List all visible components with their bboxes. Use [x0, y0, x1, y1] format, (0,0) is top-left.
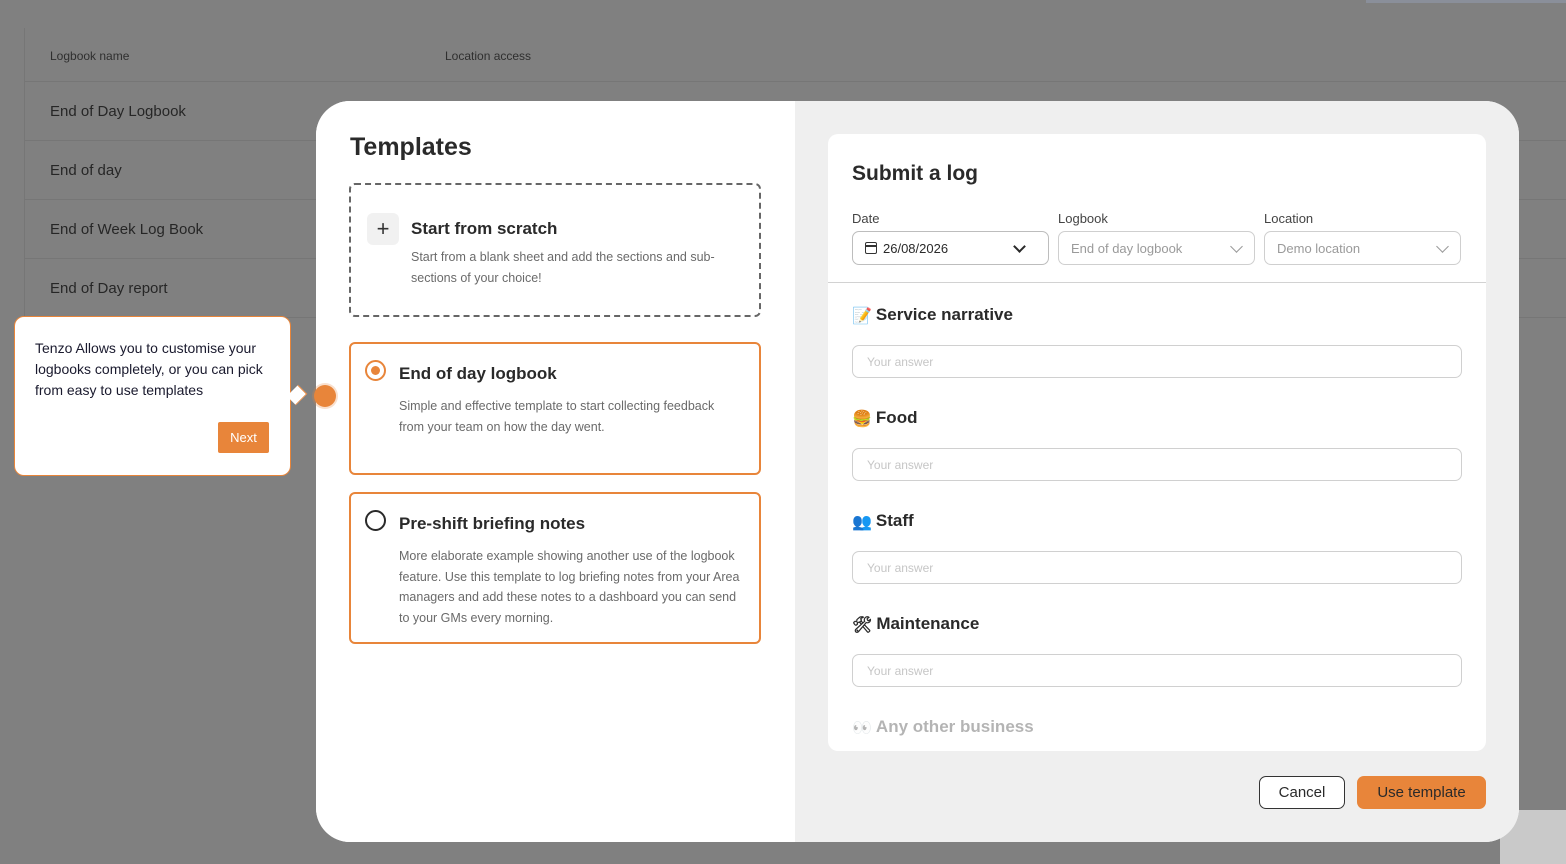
date-picker[interactable]: 26/08/2026 [852, 231, 1049, 265]
next-button[interactable]: Next [218, 422, 269, 453]
people-icon: 👥 [852, 511, 872, 531]
template-option-end-of-day[interactable]: End of day logbook Simple and effective … [349, 342, 761, 475]
table-header: Logbook name Location access [25, 28, 1566, 82]
templates-panel: Templates + Start from scratch Start fro… [316, 101, 795, 842]
section-title: Service narrative [875, 305, 1013, 324]
date-value: 26/08/2026 [883, 240, 949, 256]
row-name: End of day [50, 162, 122, 179]
template-description: Simple and effective template to start c… [399, 399, 715, 434]
memo-icon: 📝 [852, 305, 872, 325]
scratch-title: Start from scratch [411, 219, 558, 238]
section-food: 🍔 Food [852, 408, 917, 428]
radio-selected-icon[interactable] [365, 360, 386, 381]
onboarding-tooltip: Tenzo Allows you to customise your logbo… [14, 316, 291, 476]
row-name: End of Week Log Book [50, 221, 204, 238]
template-title: End of day logbook [399, 364, 557, 383]
plus-icon: + [367, 213, 399, 245]
answer-input[interactable]: Your answer [852, 551, 1462, 584]
submit-log-preview: Submit a log Date 26/08/2026 Logbook End… [828, 134, 1486, 751]
section-any-other-business: 👀 Any other business [852, 717, 1034, 737]
chevron-down-icon [1436, 240, 1449, 253]
divider [828, 282, 1486, 283]
tooltip-text: Tenzo Allows you to customise your logbo… [35, 340, 263, 398]
template-title: Pre-shift briefing notes [399, 514, 586, 533]
calendar-icon [865, 242, 877, 254]
section-service-narrative: 📝 Service narrative [852, 305, 1013, 325]
location-select[interactable]: Demo location [1264, 231, 1461, 265]
start-from-scratch-card[interactable]: + Start from scratch Start from a blank … [349, 183, 761, 317]
answer-input[interactable]: Your answer [852, 448, 1462, 481]
chevron-down-icon [1230, 240, 1243, 253]
preview-title: Submit a log [852, 162, 978, 185]
row-name: End of Day report [50, 280, 168, 297]
chevron-down-icon [1013, 240, 1026, 253]
eyes-icon: 👀 [852, 717, 872, 737]
logbook-value: End of day logbook [1071, 240, 1183, 256]
answer-input[interactable]: Your answer [852, 654, 1462, 687]
template-preview-panel: Submit a log Date 26/08/2026 Logbook End… [795, 101, 1519, 842]
radio-unselected-icon[interactable] [365, 510, 386, 531]
templates-title: Templates [350, 133, 472, 161]
date-label: Date [852, 211, 880, 226]
background-accent [1366, 0, 1566, 3]
row-name: End of Day Logbook [50, 103, 186, 120]
template-description: More elaborate example showing another u… [399, 549, 740, 625]
burger-icon: 🍔 [852, 408, 872, 428]
cancel-button[interactable]: Cancel [1259, 776, 1345, 809]
location-value: Demo location [1277, 240, 1361, 256]
column-header-location-access: Location access [445, 49, 532, 63]
section-staff: 👥 Staff [852, 511, 914, 531]
section-maintenance: 🛠 Maintenance [852, 614, 979, 634]
section-title: Staff [875, 511, 914, 530]
use-template-button[interactable]: Use template [1357, 776, 1486, 809]
tour-beacon[interactable] [314, 385, 336, 407]
section-title: Maintenance [876, 614, 980, 633]
column-header-logbook-name: Logbook name [50, 49, 130, 63]
location-label: Location [1264, 211, 1314, 226]
scratch-description: Start from a blank sheet and add the sec… [411, 250, 715, 285]
templates-modal: Templates + Start from scratch Start fro… [316, 101, 1519, 842]
template-option-pre-shift[interactable]: Pre-shift briefing notes More elaborate … [349, 492, 761, 644]
section-title: Food [875, 408, 918, 427]
logbook-select[interactable]: End of day logbook [1058, 231, 1255, 265]
answer-input[interactable]: Your answer [852, 345, 1462, 378]
logbook-label: Logbook [1058, 211, 1108, 226]
tools-icon: 🛠 [852, 614, 873, 634]
section-title: Any other business [875, 717, 1034, 736]
